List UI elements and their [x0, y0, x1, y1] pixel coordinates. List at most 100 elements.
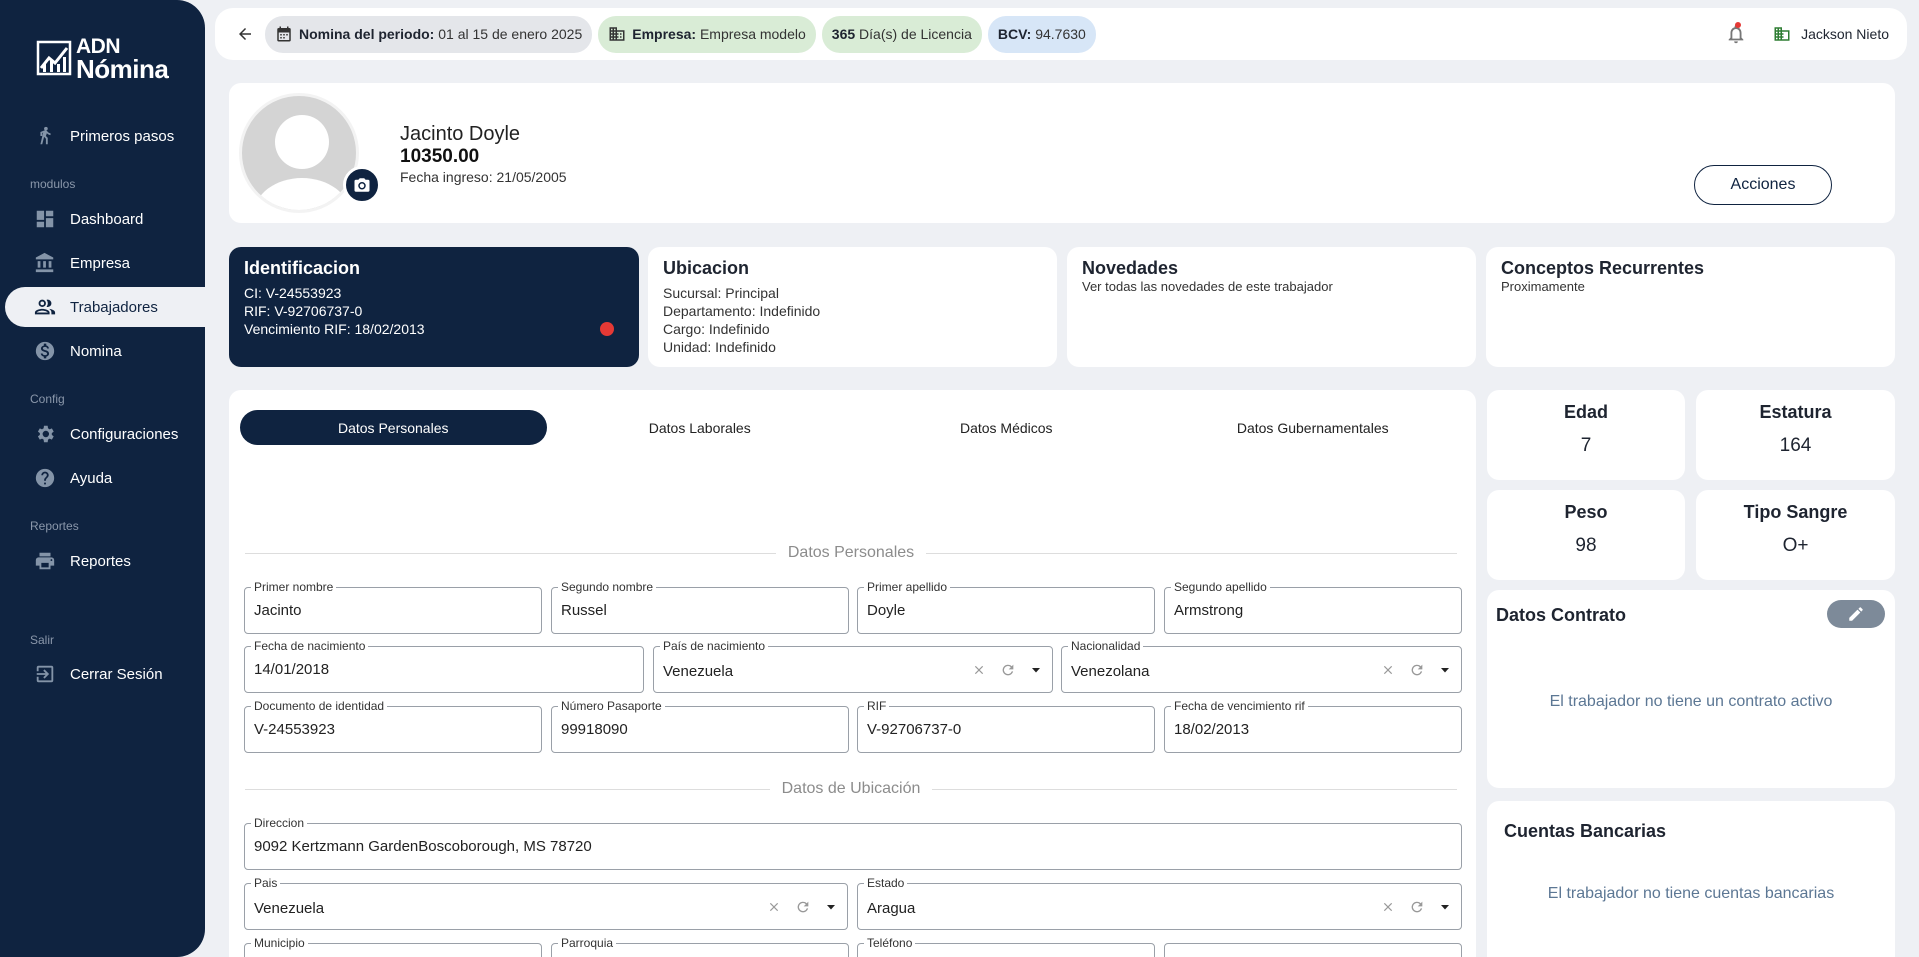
bcv-chip[interactable]: BCV: 94.7630	[987, 15, 1096, 53]
tab-datos-personales[interactable]: Datos Personales	[240, 410, 547, 445]
sidebar-item-empresa[interactable]: Empresa	[0, 243, 205, 283]
card-title: Identificacion	[244, 258, 361, 278]
dropdown-arrow-icon[interactable]	[1439, 901, 1451, 913]
field-label: País de nacimiento	[660, 639, 769, 653]
app-logo[interactable]: ADN Nómina	[36, 36, 169, 82]
segundo-apellido-field[interactable]: Segundo apellido Armstrong	[1164, 580, 1462, 634]
direccion-field[interactable]: Direccion 9092 Kertzmann GardenBoscoborou…	[244, 816, 1462, 870]
tab-datos-medicos[interactable]: Datos Médicos	[853, 410, 1160, 445]
documento-field[interactable]: Documento de identidad V-24553923	[244, 699, 542, 753]
pais-nacimiento-select[interactable]: País de nacimiento Venezuela	[653, 639, 1053, 693]
venc-rif-text: Vencimiento RIF: 18/02/2013	[244, 321, 425, 337]
rif-field[interactable]: RIF V-92706737-0	[857, 699, 1155, 753]
refresh-icon[interactable]	[1409, 899, 1425, 915]
field-value: Armstrong	[1174, 602, 1244, 619]
parroquia-select[interactable]: Parroquia	[551, 936, 849, 957]
sidebar-item-trabajadores[interactable]: Trabajadores	[5, 287, 205, 327]
edit-contrato-button[interactable]	[1827, 600, 1885, 628]
logo-text-2: Nómina	[76, 54, 169, 84]
user-name: Jackson Nieto	[1801, 26, 1889, 42]
walk-icon	[40, 126, 51, 145]
bank-icon	[35, 252, 54, 273]
fecha-nacimiento-field[interactable]: Fecha de nacimiento 14/01/2018	[244, 639, 644, 693]
sidebar-item-label: Empresa	[70, 254, 131, 272]
section-label-salir: Salir	[30, 633, 55, 647]
field-label: Documento de identidad	[251, 699, 388, 713]
person-placeholder-icon	[254, 115, 350, 210]
pasaporte-field[interactable]: Número Pasaporte 99918090	[551, 699, 849, 753]
dropdown-arrow-icon[interactable]	[1439, 664, 1451, 676]
pais-select[interactable]: Pais Venezuela	[244, 876, 848, 930]
notifications-button[interactable]	[1725, 22, 1747, 45]
fecha-ingreso: Fecha ingreso: 21/05/2005	[400, 169, 567, 185]
section-label-modulos: modulos	[30, 177, 76, 191]
field-value: 14/01/2018	[254, 661, 330, 678]
venc-rif-field[interactable]: Fecha de vencimiento rif 18/02/2013	[1164, 699, 1462, 753]
clear-icon[interactable]	[972, 663, 986, 677]
extra-field[interactable]	[1164, 943, 1462, 957]
telefono-field[interactable]: Teléfono	[857, 936, 1155, 957]
sidebar-item-label: Dashboard	[70, 210, 144, 228]
tab-bar: Datos Personales Datos Laborales Datos M…	[240, 410, 1466, 445]
field-label: Primer nombre	[251, 580, 337, 594]
clear-icon[interactable]	[767, 900, 781, 914]
sidebar-item-reportes[interactable]: Reportes	[0, 541, 205, 581]
sidebar-item-dashboard[interactable]: Dashboard	[0, 199, 205, 239]
stat-value: 164	[1779, 435, 1812, 456]
sidebar-item-primeros-pasos[interactable]: Primeros pasos	[0, 116, 205, 156]
sidebar-item-cerrar-sesion[interactable]: Cerrar Sesión	[0, 654, 205, 694]
empresa-value: Empresa modelo	[699, 26, 806, 42]
sidebar-item-label: Trabajadores	[70, 298, 158, 316]
dashboard-icon	[36, 210, 54, 228]
estado-select[interactable]: Estado Aragua	[857, 876, 1462, 930]
change-photo-button[interactable]	[343, 166, 381, 204]
tab-datos-laborales[interactable]: Datos Laborales	[547, 410, 854, 445]
worker-salary: 10350.00	[400, 146, 480, 167]
field-value: Aragua	[867, 900, 916, 917]
top-bar: Nomina del periodo: 01 al 15 de enero 20…	[215, 8, 1907, 60]
municipio-select[interactable]: Municipio	[244, 936, 542, 957]
periodo-label: Nomina del periodo:	[299, 26, 435, 42]
stat-value: 7	[1580, 435, 1592, 456]
refresh-icon[interactable]	[1409, 662, 1425, 678]
dropdown-arrow-icon[interactable]	[825, 901, 837, 913]
arrow-back-icon	[239, 28, 251, 40]
refresh-icon[interactable]	[795, 899, 811, 915]
back-button[interactable]	[225, 14, 265, 54]
sidebar-item-label: Cerrar Sesión	[70, 665, 163, 683]
segundo-nombre-field[interactable]: Segundo nombre Russel	[551, 580, 849, 634]
dollar-icon	[35, 341, 55, 361]
user-menu[interactable]: Jackson Nieto	[1773, 25, 1889, 43]
periodo-chip[interactable]: Nomina del periodo: 01 al 15 de enero 20…	[265, 15, 593, 53]
field-value: Jacinto	[254, 602, 302, 619]
licencia-chip[interactable]: 365 Día(s) de Licencia	[821, 15, 982, 53]
ubicacion-card: Ubicacion Sucursal: Principal Departamen…	[648, 247, 1057, 367]
section-title-personales: Datos Personales	[245, 544, 1457, 562]
sidebar-item-nomina[interactable]: Nomina	[0, 331, 205, 371]
acciones-button[interactable]: Acciones	[1694, 165, 1832, 205]
people-icon	[34, 299, 56, 315]
empresa-chip[interactable]: Empresa: Empresa modelo	[598, 15, 816, 53]
field-value: V-92706737-0	[867, 721, 962, 738]
tab-datos-gubernamentales[interactable]: Datos Gubernamentales	[1160, 410, 1467, 445]
clear-icon[interactable]	[1381, 663, 1395, 677]
primer-nombre-field[interactable]: Primer nombre Jacinto	[244, 580, 542, 634]
primer-apellido-field[interactable]: Primer apellido Doyle	[857, 580, 1155, 634]
novedades-link[interactable]: Ver todas las novedades de este trabajad…	[1082, 279, 1461, 295]
identificacion-card: Identificacion CI: V-24553923 RIF: V-927…	[229, 247, 639, 367]
field-label: Fecha de vencimiento rif	[1171, 699, 1308, 713]
sucursal-text: Sucursal: Principal	[663, 285, 779, 301]
refresh-icon[interactable]	[1000, 662, 1016, 678]
status-dot	[600, 322, 614, 336]
sidebar-item-label: Reportes	[70, 552, 131, 570]
clear-icon[interactable]	[1381, 900, 1395, 914]
novedades-card[interactable]: Novedades Ver todas las novedades de est…	[1067, 247, 1476, 367]
card-title: Conceptos Recurrentes	[1501, 258, 1705, 278]
nacionalidad-select[interactable]: Nacionalidad Venezolana	[1061, 639, 1462, 693]
dropdown-arrow-icon[interactable]	[1030, 664, 1042, 676]
sidebar-item-configuraciones[interactable]: Configuraciones	[0, 414, 205, 454]
camera-icon	[354, 178, 370, 192]
card-title: Ubicacion	[663, 258, 750, 278]
field-value: Venezolana	[1071, 663, 1150, 680]
sidebar-item-ayuda[interactable]: Ayuda	[0, 458, 205, 498]
